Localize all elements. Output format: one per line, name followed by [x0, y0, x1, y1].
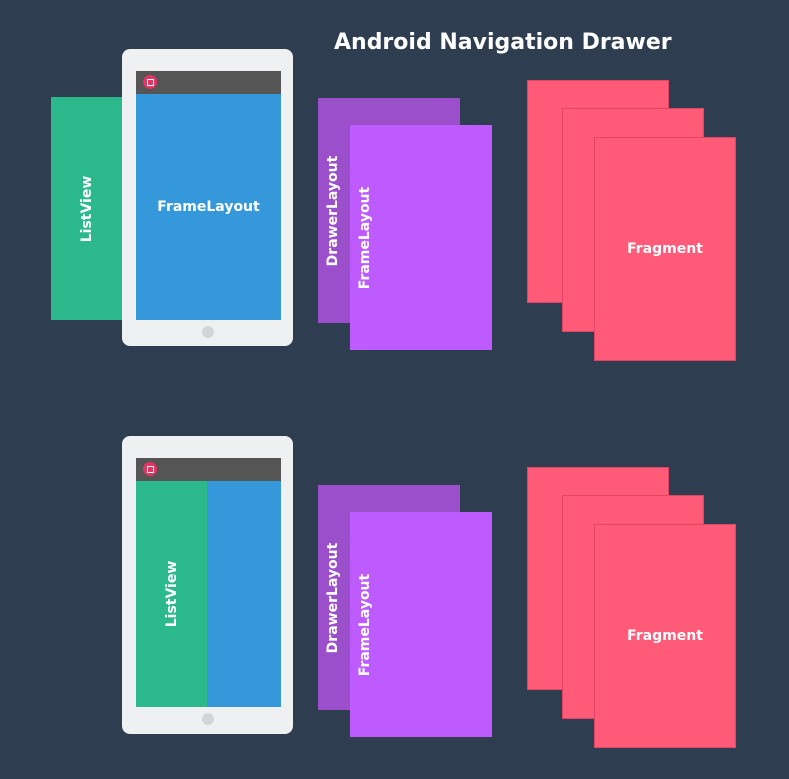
drawer-framelayout-label: FrameLayout: [357, 573, 373, 676]
tablet-device-top: FrameLayout: [122, 49, 293, 346]
drawer-framelayout-panel: FrameLayout: [350, 125, 492, 350]
drawer-framelayout-panel: FrameLayout: [350, 512, 492, 737]
listview-label: ListView: [79, 175, 95, 242]
fragment-label: Fragment: [627, 241, 703, 257]
fragment-card-front: Fragment: [594, 137, 736, 361]
status-bar: [136, 458, 281, 481]
fragment-label: Fragment: [627, 628, 703, 644]
drawerlayout-label: DrawerLayout: [325, 155, 341, 266]
listview-panel-open: ListView: [136, 481, 207, 707]
drawerlayout-label: DrawerLayout: [325, 542, 341, 653]
drawer-framelayout-label: FrameLayout: [357, 186, 373, 289]
fragment-card-front: Fragment: [594, 524, 736, 748]
listview-label: ListView: [163, 560, 180, 628]
tablet-device-bottom: ListView: [122, 436, 293, 734]
listview-panel-closed: ListView: [51, 97, 123, 320]
status-bar: [136, 71, 281, 94]
framelayout-label: FrameLayout: [157, 199, 260, 215]
app-launcher-icon: [143, 75, 157, 89]
home-button-icon: [202, 326, 214, 338]
app-launcher-icon: [143, 462, 157, 476]
framelayout-panel: FrameLayout: [136, 94, 281, 320]
diagram-title: Android Navigation Drawer: [334, 30, 672, 55]
home-button-icon: [202, 713, 214, 725]
